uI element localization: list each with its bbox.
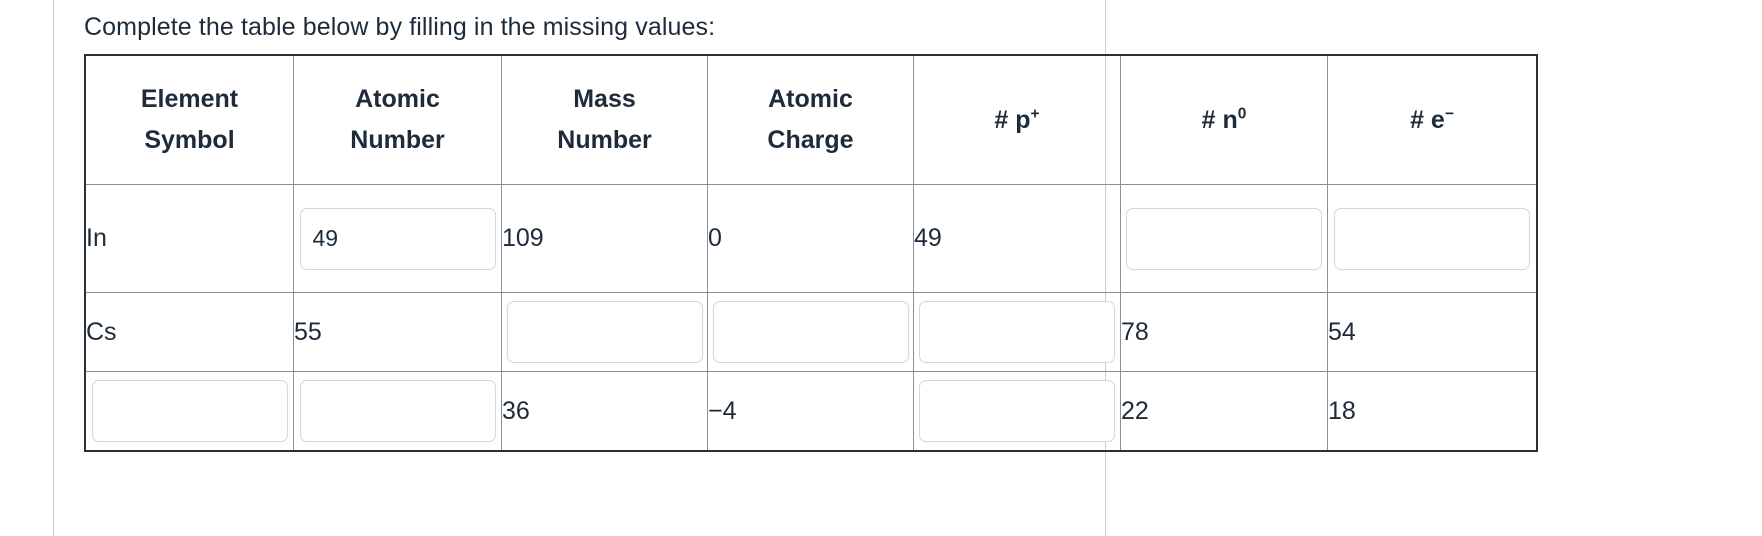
header-electrons: # e−	[1327, 54, 1538, 185]
cell-row1-element-symbol: In	[84, 184, 294, 293]
cell-row2-electrons: 54	[1327, 292, 1538, 372]
cell-row2-mass-number	[501, 292, 708, 372]
value-row1-element-symbol: In	[86, 224, 107, 252]
input-row2-mass-number[interactable]	[506, 301, 703, 363]
value-row3-neutrons: 22	[1121, 396, 1149, 425]
value-row3-electrons: 18	[1328, 396, 1356, 425]
table-header-row: Element Symbol Atomic Number Mass Number…	[84, 54, 1538, 185]
value-row2-atomic-number: 55	[294, 317, 322, 346]
value-row2-element-symbol: Cs	[86, 317, 117, 346]
worksheet-content: Complete the table below by filling in t…	[84, 0, 1538, 452]
value-row1-protons: 49	[914, 224, 942, 252]
cell-row1-mass-number: 109	[501, 184, 708, 293]
header-neutrons: # n0	[1120, 54, 1328, 185]
header-neutrons-superscript: 0	[1237, 105, 1247, 123]
value-row2-neutrons: 78	[1121, 317, 1149, 346]
cell-row1-atomic-number	[293, 184, 502, 293]
header-atomic-charge-line1: Atomic	[768, 85, 853, 113]
cell-row3-atomic-number	[293, 371, 502, 452]
cell-row2-neutrons: 78	[1120, 292, 1328, 372]
cell-row2-protons	[913, 292, 1121, 372]
input-row3-atomic-number[interactable]	[299, 380, 496, 442]
header-protons-superscript: +	[1030, 105, 1040, 123]
header-mass-number-line2: Number	[557, 126, 652, 154]
value-row1-atomic-charge: 0	[708, 224, 722, 252]
cell-row2-atomic-number: 55	[293, 292, 502, 372]
cell-row2-atomic-charge	[707, 292, 914, 372]
header-atomic-number: Atomic Number	[293, 54, 502, 185]
header-atomic-number-line2: Number	[350, 126, 445, 154]
cell-row1-neutrons	[1120, 184, 1328, 293]
header-atomic-number-line1: Atomic	[355, 85, 440, 113]
cell-row1-protons: 49	[913, 184, 1121, 293]
value-row2-electrons: 54	[1328, 317, 1356, 346]
cell-row3-neutrons: 22	[1120, 371, 1328, 452]
input-row3-protons[interactable]	[919, 380, 1115, 442]
header-mass-number-line1: Mass	[573, 85, 636, 113]
cell-row3-protons	[913, 371, 1121, 452]
header-atomic-charge: Atomic Charge	[707, 54, 914, 185]
header-mass-number: Mass Number	[501, 54, 708, 185]
input-row3-element-symbol[interactable]	[91, 380, 288, 442]
cell-row3-atomic-charge: −4	[707, 371, 914, 452]
instruction-text: Complete the table below by filling in t…	[84, 13, 716, 41]
table-row: Cs 55 78 54	[84, 292, 1538, 372]
header-electrons-superscript: −	[1444, 105, 1454, 123]
cell-row1-electrons	[1327, 184, 1538, 293]
input-row1-neutrons[interactable]	[1126, 207, 1322, 270]
value-row3-mass-number: 36	[502, 396, 530, 425]
cell-row3-mass-number: 36	[501, 371, 708, 452]
cell-row1-atomic-charge: 0	[707, 184, 914, 293]
table-row: In 109 0 49	[84, 184, 1538, 293]
input-row2-protons[interactable]	[919, 301, 1115, 363]
cell-row3-element-symbol	[84, 371, 294, 452]
header-protons-base: # p	[994, 105, 1031, 134]
header-neutrons-base: # n	[1201, 105, 1238, 134]
header-element-symbol: Element Symbol	[84, 54, 294, 185]
header-atomic-charge-line2: Charge	[767, 126, 854, 154]
input-row1-electrons[interactable]	[1334, 207, 1530, 270]
header-element-symbol-line1: Element	[140, 85, 239, 113]
header-element-symbol-line2: Symbol	[144, 126, 235, 154]
table-row: 36 −4 22 18	[84, 371, 1538, 452]
element-properties-table: Element Symbol Atomic Number Mass Number…	[84, 54, 1538, 452]
cell-row3-electrons: 18	[1327, 371, 1538, 452]
header-protons: # p+	[913, 54, 1121, 185]
cell-row2-element-symbol: Cs	[84, 292, 294, 372]
input-row2-atomic-charge[interactable]	[712, 301, 909, 363]
header-electrons-base: # e	[1410, 105, 1445, 134]
page-margin-rule-left	[53, 0, 54, 536]
value-row1-mass-number: 109	[502, 224, 544, 252]
input-row1-atomic-number[interactable]	[299, 207, 496, 270]
value-row3-atomic-charge: −4	[708, 396, 737, 425]
